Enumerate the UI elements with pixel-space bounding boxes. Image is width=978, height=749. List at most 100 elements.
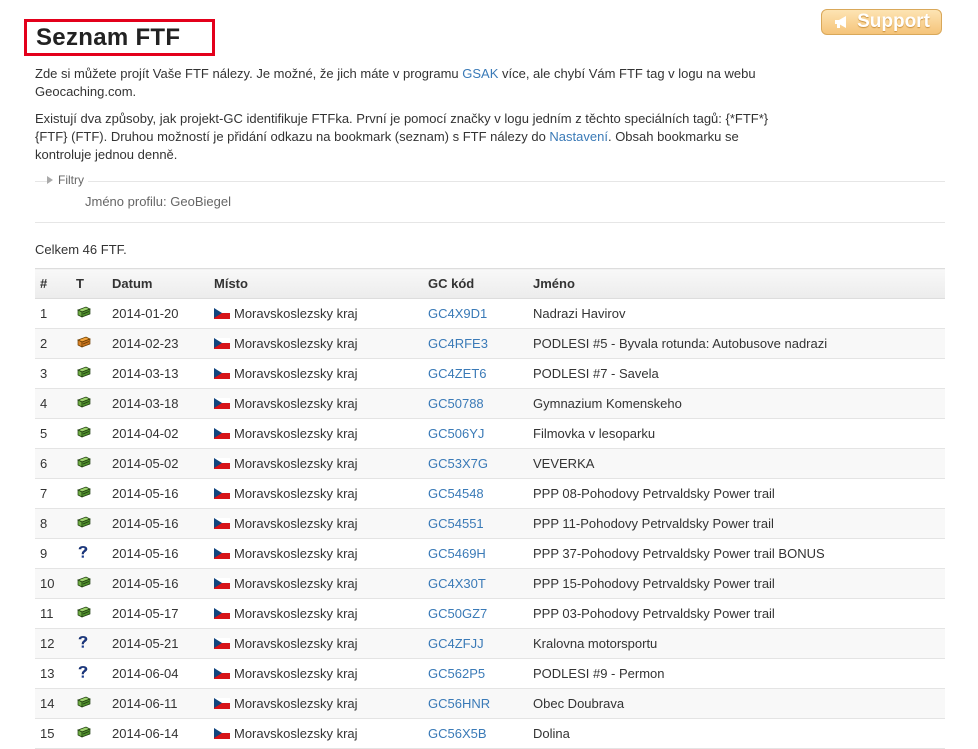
place-label: Moravskoslezsky kraj [234, 605, 358, 621]
place-label: Moravskoslezsky kraj [234, 305, 358, 321]
row-number: 8 [35, 508, 71, 539]
page-title: Seznam FTF [36, 23, 181, 51]
row-place: Moravskoslezsky kraj [209, 688, 423, 719]
row-number: 7 [35, 478, 71, 509]
row-number: 11 [35, 598, 71, 629]
row-date: 2014-06-14 [107, 718, 209, 749]
row-place: Moravskoslezsky kraj [209, 598, 423, 629]
row-date: 2014-02-23 [107, 328, 209, 359]
row-cache-name: Filmovka v lesoparku [528, 418, 945, 449]
cache-type-cell [71, 508, 107, 539]
support-button[interactable]: Support [821, 9, 942, 35]
column-header-place[interactable]: Místo [209, 268, 423, 299]
row-cache-name: PPP 15-Pohodovy Petrvaldsky Power trail [528, 568, 945, 599]
column-header-gc-code[interactable]: GC kód [423, 268, 528, 299]
cache-type-cell [71, 718, 107, 749]
row-place: Moravskoslezsky kraj [209, 508, 423, 539]
place-label: Moravskoslezsky kraj [234, 335, 358, 351]
gc-code-link[interactable]: GC4RFE3 [428, 336, 488, 351]
cache-type-cell [71, 598, 107, 629]
mystery-cache-icon [76, 664, 90, 683]
cache-type-cell [71, 388, 107, 419]
row-number: 3 [35, 358, 71, 389]
place-label: Moravskoslezsky kraj [234, 635, 358, 651]
table-row: 8 2014-05-16 Moravskoslezsky kraj GC54551 PP… [35, 508, 945, 539]
place-label: Moravskoslezsky kraj [234, 515, 358, 531]
row-place: Moravskoslezsky kraj [209, 658, 423, 689]
row-gc-code: GC4ZET6 [423, 358, 528, 389]
row-date: 2014-05-02 [107, 448, 209, 479]
row-date: 2014-05-16 [107, 508, 209, 539]
table-row: 9 2014-05-16 Moravskoslezsky kraj GC5469H PP… [35, 538, 945, 569]
gc-code-link[interactable]: GC50GZ7 [428, 606, 487, 621]
row-cache-name: PODLESI #7 - Savela [528, 358, 945, 389]
row-cache-name: PODLESI #9 - Permon [528, 658, 945, 689]
gc-code-link[interactable]: GC54551 [428, 516, 484, 531]
gc-code-link[interactable]: GC56X5B [428, 726, 487, 741]
row-gc-code: GC50788 [423, 388, 528, 419]
table-row: 12 2014-05-21 Moravskoslezsky kraj GC4ZFJJ K… [35, 628, 945, 659]
column-header-date[interactable]: Datum [107, 268, 209, 299]
column-header-type[interactable]: T [71, 268, 107, 299]
row-gc-code: GC50GZ7 [423, 598, 528, 629]
gc-code-link[interactable]: GC4ZET6 [428, 366, 487, 381]
row-gc-code: GC506YJ [423, 418, 528, 449]
czech-flag-icon [214, 307, 230, 319]
gc-code-link[interactable]: GC53X7G [428, 456, 488, 471]
filters-toggle[interactable]: Filtry [47, 173, 88, 187]
row-number: 14 [35, 688, 71, 719]
section-divider [35, 222, 945, 223]
intro-paragraph-2: Existují dva způsoby, jak projekt-GC ide… [35, 110, 795, 164]
traditional-cache-icon [76, 695, 92, 712]
multi-cache-icon [76, 335, 92, 352]
settings-link[interactable]: Nastavení [549, 129, 608, 144]
row-date: 2014-01-20 [107, 298, 209, 329]
gsak-link[interactable]: GSAK [462, 66, 498, 81]
gc-code-link[interactable]: GC4ZFJJ [428, 636, 484, 651]
row-date: 2014-05-21 [107, 628, 209, 659]
gc-code-link[interactable]: GC4X9D1 [428, 306, 487, 321]
row-place: Moravskoslezsky kraj [209, 568, 423, 599]
row-date: 2014-06-11 [107, 688, 209, 719]
traditional-cache-icon [76, 485, 92, 502]
gc-code-link[interactable]: GC506YJ [428, 426, 484, 441]
row-place: Moravskoslezsky kraj [209, 448, 423, 479]
row-cache-name: Kralovna motorsportu [528, 628, 945, 659]
cache-type-cell [71, 448, 107, 479]
row-number: 9 [35, 538, 71, 569]
profile-name: Jméno profilu: GeoBiegel [85, 194, 231, 209]
filters-divider [35, 181, 945, 182]
table-row: 10 2014-05-16 Moravskoslezsky kraj GC4X30T P… [35, 568, 945, 599]
mystery-cache-icon [76, 544, 90, 563]
row-date: 2014-05-16 [107, 538, 209, 569]
total-count: Celkem 46 FTF. [35, 242, 127, 257]
column-header-number[interactable]: # [35, 268, 71, 299]
gc-code-link[interactable]: GC54548 [428, 486, 484, 501]
place-label: Moravskoslezsky kraj [234, 575, 358, 591]
row-cache-name: Nadrazi Havirov [528, 298, 945, 329]
place-label: Moravskoslezsky kraj [234, 425, 358, 441]
table-row: 7 2014-05-16 Moravskoslezsky kraj GC54548 PP… [35, 478, 945, 509]
gc-code-link[interactable]: GC50788 [428, 396, 484, 411]
row-gc-code: GC562P5 [423, 658, 528, 689]
row-date: 2014-04-02 [107, 418, 209, 449]
cache-type-cell [71, 628, 107, 659]
traditional-cache-icon [76, 725, 92, 742]
row-cache-name: Gymnazium Komenskeho [528, 388, 945, 419]
cache-type-cell [71, 688, 107, 719]
gc-code-link[interactable]: GC5469H [428, 546, 486, 561]
ftf-table: # T Datum Místo GC kód Jméno 1 2014-01-20… [35, 268, 945, 749]
cache-type-cell [71, 658, 107, 689]
mystery-cache-icon [76, 634, 90, 653]
gc-code-link[interactable]: GC562P5 [428, 666, 485, 681]
row-gc-code: GC54551 [423, 508, 528, 539]
gc-code-link[interactable]: GC56HNR [428, 696, 490, 711]
column-header-name[interactable]: Jméno [528, 268, 945, 299]
row-cache-name: Obec Doubrava [528, 688, 945, 719]
cache-type-cell [71, 328, 107, 359]
gc-code-link[interactable]: GC4X30T [428, 576, 486, 591]
row-number: 13 [35, 658, 71, 689]
row-place: Moravskoslezsky kraj [209, 418, 423, 449]
czech-flag-icon [214, 397, 230, 409]
czech-flag-icon [214, 547, 230, 559]
